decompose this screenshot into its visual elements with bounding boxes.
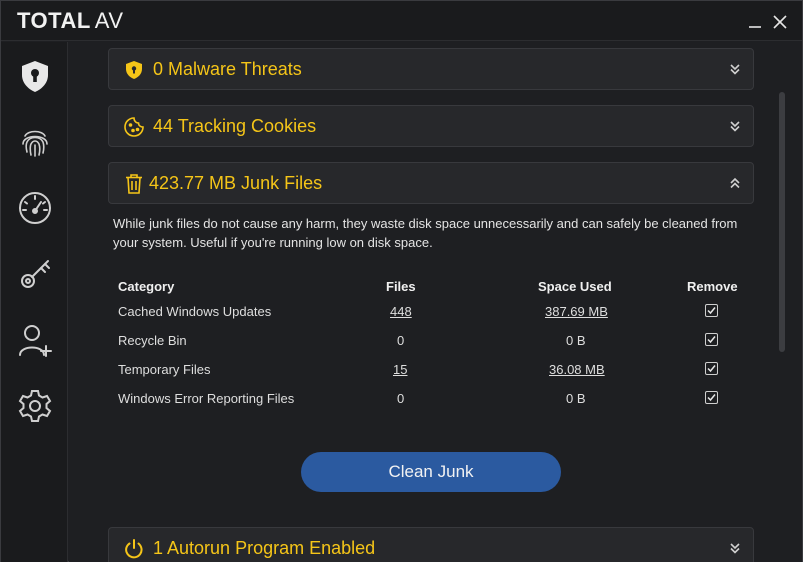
checkmark-icon (707, 336, 716, 344)
row-space: 0 B (566, 333, 586, 348)
column-header-space-used: Space Used (538, 279, 612, 294)
sidebar-item-identity[interactable] (15, 122, 55, 162)
row-space-link[interactable]: 36.08 MB (549, 362, 605, 377)
column-header-remove: Remove (687, 279, 738, 294)
logo-bold-text: TOTAL (17, 8, 91, 33)
app-window: TOTAL AV 0 Malware Threats 44 Tracking C… (0, 0, 803, 562)
chevron-double-down-icon (730, 543, 740, 554)
sidebar-item-performance[interactable] (15, 188, 55, 228)
junk-description: While junk files do not cause any harm, … (113, 216, 738, 250)
minimize-button[interactable] (744, 11, 766, 33)
row-space: 0 B (566, 391, 586, 406)
column-header-files: Files (386, 279, 416, 294)
panel-title: 423.77 MB Junk Files (149, 173, 323, 193)
checkmark-icon (707, 365, 716, 373)
row-category: Temporary Files (118, 362, 211, 377)
panel-autorun-programs[interactable]: 1 Autorun Program Enabled (108, 527, 754, 562)
remove-checkbox[interactable] (705, 304, 718, 317)
sidebar-item-protection[interactable] (15, 56, 55, 96)
add-user-icon (19, 325, 52, 357)
app-logo: TOTAL AV (17, 8, 124, 34)
sidebar-item-passwords[interactable] (15, 254, 55, 294)
remove-checkbox[interactable] (705, 391, 718, 404)
checkmark-icon (707, 307, 716, 315)
chevron-double-down-icon (730, 64, 740, 75)
shield-lock-icon (22, 61, 48, 92)
panel-junk-files[interactable]: 423.77 MB Junk Files (108, 162, 754, 204)
row-files: 0 (397, 391, 405, 406)
title-bar: TOTAL AV (1, 1, 802, 41)
trash-icon (123, 173, 145, 195)
panel-title: 1 Autorun Program Enabled (153, 538, 376, 558)
column-header-category: Category (118, 279, 175, 294)
remove-checkbox[interactable] (705, 333, 718, 346)
shield-icon (123, 59, 145, 81)
checkmark-icon (707, 394, 716, 402)
row-files-link[interactable]: 448 (390, 304, 412, 319)
gear-icon (18, 390, 52, 422)
panel-tracking-cookies[interactable]: 44 Tracking Cookies (108, 105, 754, 147)
main-content: 0 Malware Threats 44 Tracking Cookies 42… (69, 42, 802, 562)
power-icon (123, 538, 145, 560)
panel-malware-threats[interactable]: 0 Malware Threats (108, 48, 754, 90)
row-space-link[interactable]: 387.69 MB (545, 304, 608, 319)
panel-title: 0 Malware Threats (153, 59, 302, 79)
speedometer-icon (19, 192, 51, 224)
chevron-double-down-icon (730, 121, 740, 132)
scrollbar-thumb[interactable] (779, 92, 785, 352)
row-category: Cached Windows Updates (118, 304, 272, 319)
panel-title: 44 Tracking Cookies (153, 116, 317, 136)
key-icon (21, 260, 50, 288)
cookie-icon (123, 116, 145, 138)
sidebar-item-add-user[interactable] (15, 320, 55, 360)
close-icon (773, 15, 787, 29)
remove-checkbox[interactable] (705, 362, 718, 375)
sidebar (1, 42, 68, 562)
fingerprint-icon (22, 130, 48, 157)
logo-regular-text: AV (94, 8, 124, 33)
row-category: Windows Error Reporting Files (118, 391, 295, 406)
sidebar-item-settings[interactable] (15, 386, 55, 426)
row-files: 0 (397, 333, 405, 348)
close-button[interactable] (769, 11, 791, 33)
row-category: Recycle Bin (118, 333, 187, 348)
clean-junk-button[interactable]: Clean Junk (301, 452, 561, 492)
row-files-link[interactable]: 15 (393, 362, 407, 377)
chevron-double-up-icon (730, 177, 740, 189)
minimize-icon (749, 26, 761, 28)
